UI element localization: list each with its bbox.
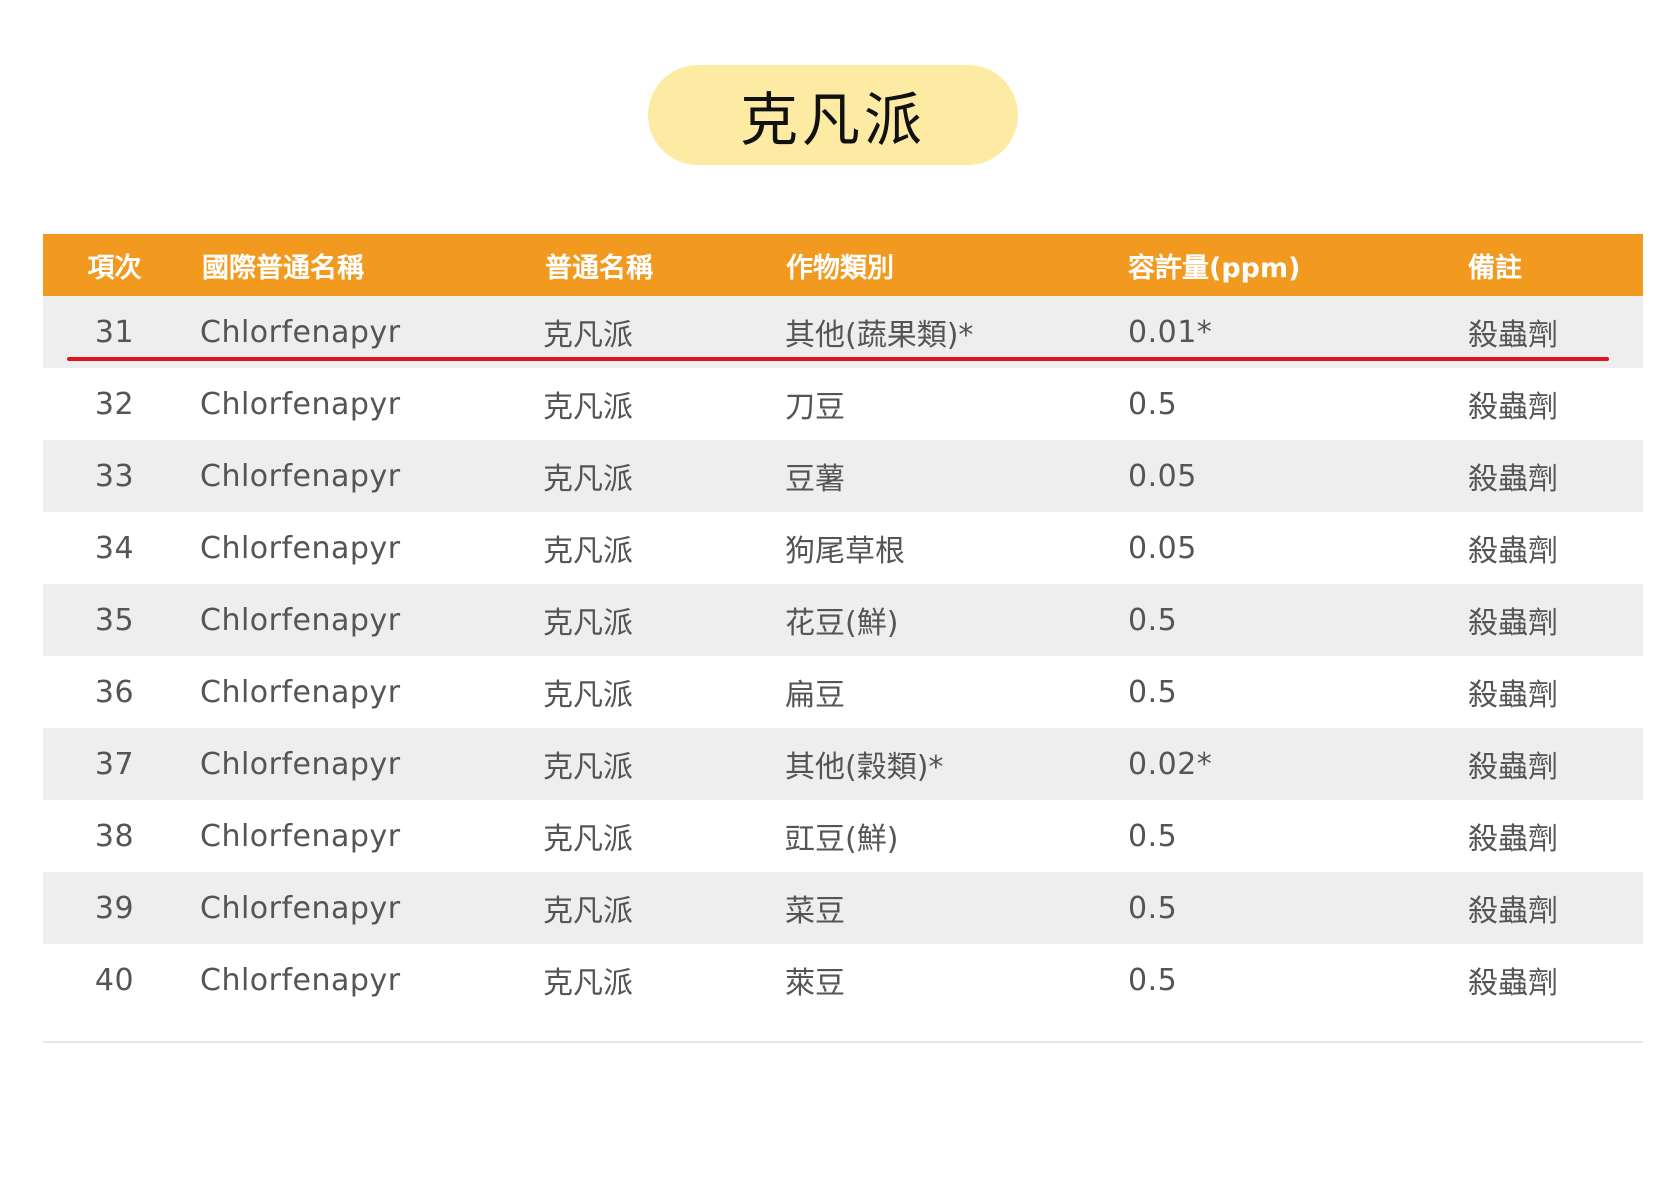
cell-crop-category: 扁豆 (785, 678, 845, 713)
cell-international-name: Chlorfenapyr (200, 962, 401, 998)
cell-common-name: 克凡派 (543, 606, 633, 641)
cell-tolerance: 0.5 (1128, 818, 1178, 854)
cell-crop-category: 刀豆 (785, 390, 845, 425)
cell-tolerance: 0.05 (1128, 530, 1197, 566)
cell-item-no: 32 (94, 386, 135, 422)
cell-common-name: 克凡派 (543, 966, 633, 1001)
cell-tolerance: 0.5 (1128, 962, 1178, 998)
cell-item-no: 40 (94, 962, 135, 998)
cell-common-name: 克凡派 (543, 462, 633, 497)
cell-crop-category: 其他(穀類)* (785, 750, 944, 785)
cell-common-name: 克凡派 (543, 894, 633, 929)
cell-item-no: 31 (94, 314, 135, 350)
cell-item-no: 34 (94, 530, 135, 566)
cell-remarks: 殺蟲劑 (1468, 822, 1558, 857)
cell-crop-category: 豇豆(鮮) (785, 822, 899, 857)
cell-common-name: 克凡派 (543, 534, 633, 569)
cell-tolerance: 0.01* (1128, 314, 1213, 350)
cell-remarks: 殺蟲劑 (1468, 606, 1558, 641)
cell-tolerance: 0.5 (1128, 602, 1178, 638)
residue-table: 項次 國際普通名稱 普通名稱 作物類別 容許量(ppm) 備註 31 Chlor… (43, 234, 1643, 1016)
cell-tolerance: 0.02* (1128, 746, 1213, 782)
table-row: 38 Chlorfenapyr 克凡派 豇豆(鮮) 0.5 殺蟲劑 (43, 800, 1643, 872)
cell-remarks: 殺蟲劑 (1468, 390, 1558, 425)
cell-item-no: 37 (94, 746, 135, 782)
table-bottom-divider (43, 1041, 1643, 1043)
cell-remarks: 殺蟲劑 (1468, 966, 1558, 1001)
cell-crop-category: 狗尾草根 (785, 534, 905, 569)
cell-international-name: Chlorfenapyr (200, 674, 401, 710)
red-underline-highlight (67, 357, 1609, 361)
cell-common-name: 克凡派 (543, 678, 633, 713)
cell-remarks: 殺蟲劑 (1468, 894, 1558, 929)
cell-remarks: 殺蟲劑 (1468, 678, 1558, 713)
cell-item-no: 39 (94, 890, 135, 926)
cell-crop-category: 豆薯 (785, 462, 845, 497)
cell-international-name: Chlorfenapyr (200, 602, 401, 638)
cell-crop-category: 萊豆 (785, 966, 845, 1001)
cell-common-name: 克凡派 (543, 822, 633, 857)
cell-international-name: Chlorfenapyr (200, 818, 401, 854)
cell-remarks: 殺蟲劑 (1468, 534, 1558, 569)
cell-tolerance: 0.05 (1128, 458, 1197, 494)
cell-common-name: 克凡派 (543, 390, 633, 425)
cell-remarks: 殺蟲劑 (1468, 462, 1558, 497)
cell-tolerance: 0.5 (1128, 890, 1178, 926)
header-crop-category: 作物類別 (786, 252, 894, 284)
cell-crop-category: 菜豆 (785, 894, 845, 929)
cell-international-name: Chlorfenapyr (200, 890, 401, 926)
cell-remarks: 殺蟲劑 (1468, 750, 1558, 785)
table-row: 31 Chlorfenapyr 克凡派 其他(蔬果類)* 0.01* 殺蟲劑 (43, 296, 1643, 368)
cell-international-name: Chlorfenapyr (200, 386, 401, 422)
cell-tolerance: 0.5 (1128, 674, 1178, 710)
cell-common-name: 克凡派 (543, 318, 633, 353)
table-header: 項次 國際普通名稱 普通名稱 作物類別 容許量(ppm) 備註 (43, 234, 1643, 296)
header-item-no: 項次 (87, 252, 142, 284)
cell-item-no: 35 (94, 602, 135, 638)
cell-international-name: Chlorfenapyr (200, 458, 401, 494)
header-remarks: 備註 (1468, 252, 1522, 284)
table-row: 40 Chlorfenapyr 克凡派 萊豆 0.5 殺蟲劑 (43, 944, 1643, 1016)
cell-remarks: 殺蟲劑 (1468, 318, 1558, 353)
cell-international-name: Chlorfenapyr (200, 530, 401, 566)
table-row: 39 Chlorfenapyr 克凡派 菜豆 0.5 殺蟲劑 (43, 872, 1643, 944)
page-title: 克凡派 (648, 65, 1018, 165)
cell-international-name: Chlorfenapyr (200, 746, 401, 782)
cell-tolerance: 0.5 (1128, 386, 1178, 422)
table-row: 34 Chlorfenapyr 克凡派 狗尾草根 0.05 殺蟲劑 (43, 512, 1643, 584)
table-row: 36 Chlorfenapyr 克凡派 扁豆 0.5 殺蟲劑 (43, 656, 1643, 728)
cell-crop-category: 花豆(鮮) (785, 606, 899, 641)
header-international-name: 國際普通名稱 (202, 252, 364, 284)
cell-crop-category: 其他(蔬果類)* (785, 318, 974, 353)
cell-common-name: 克凡派 (543, 750, 633, 785)
cell-item-no: 36 (94, 674, 135, 710)
table-row: 33 Chlorfenapyr 克凡派 豆薯 0.05 殺蟲劑 (43, 440, 1643, 512)
table-row: 37 Chlorfenapyr 克凡派 其他(穀類)* 0.02* 殺蟲劑 (43, 728, 1643, 800)
header-common-name: 普通名稱 (545, 252, 653, 284)
cell-item-no: 33 (94, 458, 135, 494)
table-row: 32 Chlorfenapyr 克凡派 刀豆 0.5 殺蟲劑 (43, 368, 1643, 440)
table-row: 35 Chlorfenapyr 克凡派 花豆(鮮) 0.5 殺蟲劑 (43, 584, 1643, 656)
cell-international-name: Chlorfenapyr (200, 314, 401, 350)
header-tolerance: 容許量(ppm) (1128, 252, 1301, 284)
cell-item-no: 38 (94, 818, 135, 854)
